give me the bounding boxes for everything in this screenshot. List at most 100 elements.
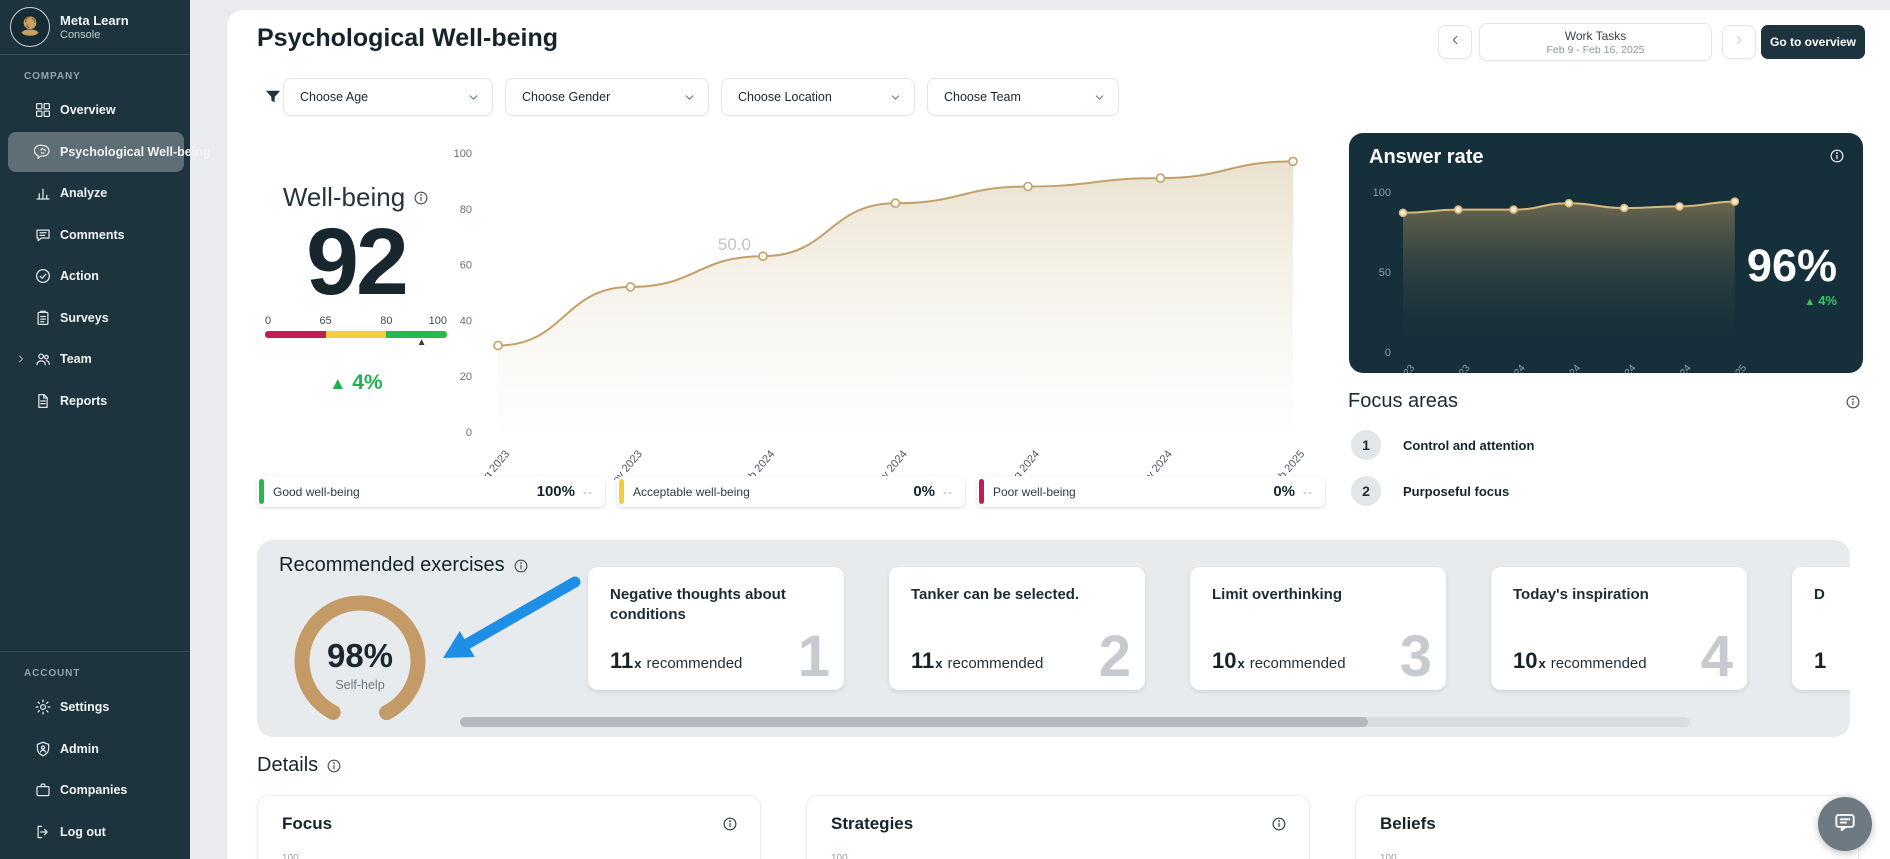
- info-icon[interactable]: [1829, 148, 1845, 164]
- brand[interactable]: Meta Learn Console: [0, 0, 190, 54]
- document-icon: [34, 392, 52, 410]
- sidebar-item-comments[interactable]: Comments: [8, 215, 184, 255]
- legend-pill-good-well-being[interactable]: Good well-being 100% --: [257, 476, 605, 507]
- exercise-title: Limit overthinking: [1212, 585, 1398, 605]
- go-to-overview-button[interactable]: Go to overview: [1761, 25, 1865, 59]
- sidebar-item-label: Surveys: [60, 311, 109, 325]
- period-title: Work Tasks: [1565, 29, 1627, 43]
- sidebar-item-label: Comments: [60, 228, 125, 242]
- next-period-button[interactable]: [1722, 25, 1756, 59]
- prev-period-button[interactable]: [1438, 25, 1472, 59]
- detail-axis-tick: 100: [282, 853, 299, 859]
- legend-label: Good well-being: [273, 485, 360, 499]
- answer-rate-card: 050100Aug 2023Nov 2023Feb 2024May 2024Au…: [1349, 133, 1863, 373]
- legend-value: 100%: [537, 483, 575, 500]
- answer-rate-title: Answer rate: [1369, 146, 1484, 169]
- sidebar-company-nav: COMPANYOverviewPsychological Well-beingA…: [0, 55, 190, 422]
- shield-person-icon: [34, 740, 52, 758]
- sidebar-item-action[interactable]: Action: [8, 256, 184, 296]
- info-icon[interactable]: [1271, 816, 1287, 832]
- sidebar-item-label: Companies: [60, 783, 127, 797]
- legend-dots: --: [583, 485, 593, 499]
- legend-value: 0%: [1273, 483, 1295, 500]
- exercise-count-row: 11xrecommended: [911, 648, 1043, 674]
- wellbeing-summary: Well-being 92 06580100 ▲ ▲4%: [265, 182, 447, 395]
- exercise-card-1[interactable]: Negative thoughts about conditions11xrec…: [588, 567, 844, 690]
- detail-card-title: Strategies: [831, 814, 913, 834]
- chevron-right-icon: [1732, 33, 1746, 52]
- gear-icon: [34, 698, 52, 716]
- gauge-value: 98%: [285, 637, 435, 675]
- info-icon[interactable]: [722, 816, 738, 832]
- exercise-rank-number: 2: [1099, 628, 1131, 686]
- period-range: Feb 9 - Feb 16, 2025: [1546, 44, 1644, 56]
- chevron-left-icon: [1448, 33, 1462, 52]
- svg-text:Feb 2025: Feb 2025: [1714, 363, 1750, 373]
- svg-text:80: 80: [460, 204, 472, 216]
- details-title: Details: [257, 754, 318, 777]
- detail-card-beliefs[interactable]: Beliefs100: [1355, 795, 1859, 859]
- filter-dropdown-1[interactable]: Choose Gender: [505, 78, 709, 116]
- legend-pill-poor-well-being[interactable]: Poor well-being0%--: [977, 476, 1325, 507]
- chat-fab-button[interactable]: [1818, 797, 1872, 851]
- detail-axis-tick: 100: [831, 853, 848, 859]
- filter-dropdown-2[interactable]: Choose Location: [721, 78, 915, 116]
- exercise-card-5[interactable]: D1: [1792, 567, 1850, 690]
- focus-areas-title: Focus areas: [1348, 390, 1458, 413]
- period-selector[interactable]: Work Tasks Feb 9 - Feb 16, 2025: [1479, 23, 1712, 61]
- legend-pill-acceptable-well-being[interactable]: Acceptable well-being0%--: [617, 476, 965, 507]
- recommended-exercises-title: Recommended exercises: [279, 554, 505, 577]
- legend-color-bar: [259, 479, 264, 504]
- info-icon[interactable]: [1845, 394, 1861, 410]
- legend-dots: --: [1303, 485, 1313, 499]
- svg-text:50: 50: [1379, 267, 1391, 279]
- svg-text:100: 100: [1373, 187, 1391, 199]
- grid-icon: [34, 101, 52, 119]
- exercise-title: Negative thoughts about conditions: [610, 585, 796, 624]
- scrollbar-thumb[interactable]: [460, 717, 1368, 727]
- sidebar-item-team[interactable]: Team: [8, 339, 184, 379]
- exercise-count-row: 10xrecommended: [1212, 648, 1346, 674]
- legend-color-bar: [619, 479, 624, 504]
- dropdown-value: Choose Age: [300, 90, 368, 104]
- sidebar-item-label: Reports: [60, 394, 107, 408]
- info-icon[interactable]: [513, 558, 529, 574]
- sidebar-item-analyze[interactable]: Analyze: [8, 173, 184, 213]
- gauge-label: Self-help: [285, 678, 435, 692]
- filter-dropdown-0[interactable]: Choose Age: [283, 78, 493, 116]
- brain-logo-icon: [10, 7, 50, 47]
- exercise-card-3[interactable]: Limit overthinking10xrecommended3: [1190, 567, 1446, 690]
- sidebar-item-overview[interactable]: Overview: [8, 90, 184, 130]
- sidebar-item-surveys[interactable]: Surveys: [8, 298, 184, 338]
- exercise-card-4[interactable]: Today's inspiration10xrecommended4: [1491, 567, 1747, 690]
- info-icon[interactable]: [326, 758, 342, 774]
- chevron-down-icon: [1093, 91, 1106, 104]
- sidebar-item-reports[interactable]: Reports: [8, 381, 184, 421]
- sidebar-item-log-out[interactable]: Log out: [8, 812, 184, 852]
- triangle-up-icon: ▲: [329, 374, 346, 393]
- sidebar-item-psychological-well-being[interactable]: Psychological Well-being: [8, 132, 184, 172]
- exercise-count-row: 10xrecommended: [1513, 648, 1647, 674]
- svg-text:Aug 2023: Aug 2023: [1381, 363, 1417, 373]
- sidebar: Meta Learn Console COMPANYOverviewPsycho…: [0, 0, 190, 859]
- exercise-card-2[interactable]: Tanker can be selected. 11xrecommended 2: [889, 567, 1145, 690]
- sidebar-item-companies[interactable]: Companies: [8, 770, 184, 810]
- filter-dropdown-3[interactable]: Choose Team: [927, 78, 1119, 116]
- detail-card-strategies[interactable]: Strategies 100: [806, 795, 1310, 859]
- focus-area-item[interactable]: 2Purposeful focus: [1351, 476, 1509, 506]
- sidebar-item-label: Overview: [60, 103, 116, 117]
- check-circle-icon: [34, 267, 52, 285]
- sidebar-item-admin[interactable]: Admin: [8, 729, 184, 769]
- svg-text:May 2024: May 2024: [1547, 363, 1584, 373]
- scrollbar-track[interactable]: [460, 717, 1690, 727]
- answer-rate-change: ▲4%: [1747, 293, 1837, 308]
- focus-area-item[interactable]: 1Control and attention: [1351, 430, 1534, 460]
- sidebar-item-settings[interactable]: Settings: [8, 687, 184, 727]
- svg-text:0: 0: [1385, 347, 1391, 359]
- wellbeing-score: 92: [265, 217, 447, 307]
- detail-card-focus[interactable]: Focus100: [257, 795, 761, 859]
- exercise-title: Tanker can be selected.: [911, 585, 1097, 605]
- chevron-right-icon[interactable]: [15, 353, 27, 365]
- chevron-down-icon: [467, 91, 480, 104]
- legend-dots: --: [943, 485, 953, 499]
